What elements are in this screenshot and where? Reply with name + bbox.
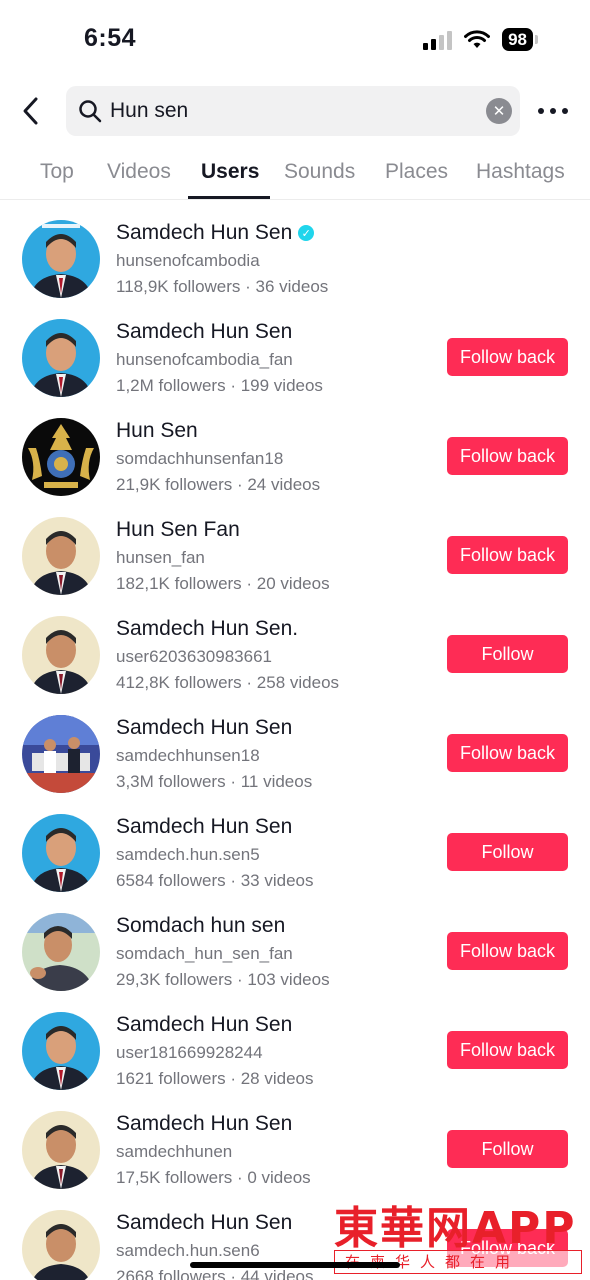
tab-sounds[interactable]: Sounds <box>284 160 355 184</box>
follow-back-button[interactable]: Follow back <box>447 338 568 376</box>
tab-users[interactable]: Users <box>201 160 259 184</box>
user-display-name: Hun Sen Fan <box>116 518 240 541</box>
user-display-name: Samdech Hun Sen ✓ <box>116 221 315 245</box>
user-row[interactable]: Samdech Hun Sen. user6203630983661 412,8… <box>0 608 590 707</box>
tab-videos[interactable]: Videos <box>107 160 171 184</box>
follow-back-button[interactable]: Follow back <box>447 536 568 574</box>
user-stats: 118,9K followers · 36 videos <box>116 277 329 296</box>
user-stats: 1621 followers · 28 videos <box>116 1069 314 1088</box>
clear-icon: ✕ <box>492 103 506 120</box>
follow-back-button[interactable]: Follow back <box>447 932 568 970</box>
user-display-name: Samdech Hun Sen <box>116 815 293 838</box>
active-tab-indicator <box>188 196 270 199</box>
follow-button[interactable]: Follow <box>447 1130 568 1168</box>
user-display-name: Samdech Hun Sen <box>116 1211 293 1234</box>
user-handle: hunsen_fan <box>116 548 205 567</box>
follow-back-button[interactable]: Follow back <box>447 734 568 772</box>
user-stats: 2668 followers · 44 videos <box>116 1267 314 1280</box>
clear-search-button[interactable]: ✕ <box>486 98 512 124</box>
home-indicator[interactable] <box>190 1262 400 1268</box>
user-handle: somdachhunsenfan18 <box>116 449 284 468</box>
tab-places[interactable]: Places <box>385 160 448 184</box>
user-stats: 412,8K followers · 258 videos <box>116 673 340 692</box>
battery-level: 98 <box>502 28 533 51</box>
search-input[interactable] <box>110 99 470 123</box>
follow-button[interactable]: Follow <box>447 833 568 871</box>
wifi-icon <box>464 29 491 48</box>
avatar[interactable] <box>22 814 100 892</box>
user-display-name: Samdech Hun Sen <box>116 1112 293 1135</box>
cellular-signal-icon <box>423 30 453 50</box>
user-display-name: Somdach hun sen <box>116 914 286 937</box>
user-row[interactable]: Samdech Hun Sen samdechhunsen18 3,3M fol… <box>0 707 590 806</box>
status-bar: 6:54 98 <box>0 0 590 80</box>
tab-top[interactable]: Top <box>40 160 74 184</box>
avatar[interactable] <box>22 220 100 298</box>
user-row[interactable]: Hun Sen somdachhunsenfan18 21,9K followe… <box>0 410 590 509</box>
user-handle: somdach_hun_sen_fan <box>116 944 293 963</box>
verified-badge-icon: ✓ <box>298 225 315 241</box>
tab-hashtags[interactable]: Hashtags <box>476 160 565 184</box>
avatar[interactable] <box>22 616 100 694</box>
user-display-name: Samdech Hun Sen <box>116 1013 293 1036</box>
user-handle: hunsenofcambodia_fan <box>116 350 293 369</box>
user-handle: user181669928244 <box>116 1043 263 1062</box>
avatar[interactable] <box>22 1012 100 1090</box>
more-dots-icon <box>538 108 544 114</box>
follow-back-button[interactable]: Follow back <box>447 1031 568 1069</box>
search-bar[interactable]: ✕ <box>66 86 520 136</box>
user-stats: 29,3K followers · 103 videos <box>116 970 330 989</box>
user-stats: 182,1K followers · 20 videos <box>116 574 330 593</box>
user-handle: samdech.hun.sen6 <box>116 1241 260 1260</box>
search-icon <box>79 100 102 123</box>
avatar[interactable] <box>22 913 100 991</box>
user-row[interactable]: Samdech Hun Sen samdech.hun.sen5 6584 fo… <box>0 806 590 905</box>
avatar[interactable] <box>22 1210 100 1280</box>
search-header: ✕ <box>0 86 590 136</box>
user-display-name: Samdech Hun Sen <box>116 320 293 343</box>
battery-icon <box>535 35 538 44</box>
status-time: 6:54 <box>84 24 137 52</box>
more-options-button[interactable] <box>538 98 568 124</box>
user-display-name: Samdech Hun Sen. <box>116 617 299 640</box>
user-row[interactable]: Somdach hun sen somdach_hun_sen_fan 29,3… <box>0 905 590 1004</box>
avatar[interactable] <box>22 319 100 397</box>
avatar[interactable] <box>22 1111 100 1189</box>
user-stats: 17,5K followers · 0 videos <box>116 1168 311 1187</box>
user-stats: 6584 followers · 33 videos <box>116 871 314 890</box>
user-handle: samdechhunsen18 <box>116 746 260 765</box>
avatar[interactable] <box>22 715 100 793</box>
user-display-name: Hun Sen <box>116 419 198 442</box>
status-icons: 98 <box>423 28 538 51</box>
user-handle: samdech.hun.sen5 <box>116 845 260 864</box>
user-row[interactable]: Hun Sen Fan hunsen_fan 182,1K followers … <box>0 509 590 608</box>
search-tabs: Top Videos Users Sounds Places Hashtags <box>0 146 590 200</box>
user-row[interactable]: Samdech Hun Sen samdechhunen 17,5K follo… <box>0 1103 590 1202</box>
back-chevron-icon <box>23 97 38 125</box>
user-row[interactable]: Samdech Hun Sen user181669928244 1621 fo… <box>0 1004 590 1103</box>
user-display-name: Samdech Hun Sen <box>116 716 293 739</box>
user-row[interactable]: Samdech Hun Sen hunsenofcambodia_fan 1,2… <box>0 311 590 410</box>
user-row[interactable]: Samdech Hun Sen samdech.hun.sen6 2668 fo… <box>0 1202 590 1280</box>
user-handle: user6203630983661 <box>116 647 272 666</box>
user-handle: samdechhunen <box>116 1142 233 1161</box>
follow-back-button[interactable]: Follow back <box>447 1229 568 1267</box>
follow-back-button[interactable]: Follow back <box>447 437 568 475</box>
avatar[interactable] <box>22 517 100 595</box>
avatar[interactable] <box>22 418 100 496</box>
back-button[interactable] <box>14 94 48 128</box>
user-stats: 21,9K followers · 24 videos <box>116 475 321 494</box>
user-results-list: Samdech Hun Sen ✓ hunsenofcambodia 118,9K… <box>0 212 590 1280</box>
user-row[interactable]: Samdech Hun Sen ✓ hunsenofcambodia 118,9K… <box>0 212 590 311</box>
follow-button[interactable]: Follow <box>447 635 568 673</box>
user-stats: 3,3M followers · 11 videos <box>116 772 313 791</box>
user-handle: hunsenofcambodia <box>116 251 260 270</box>
user-stats: 1,2M followers · 199 videos <box>116 376 323 395</box>
